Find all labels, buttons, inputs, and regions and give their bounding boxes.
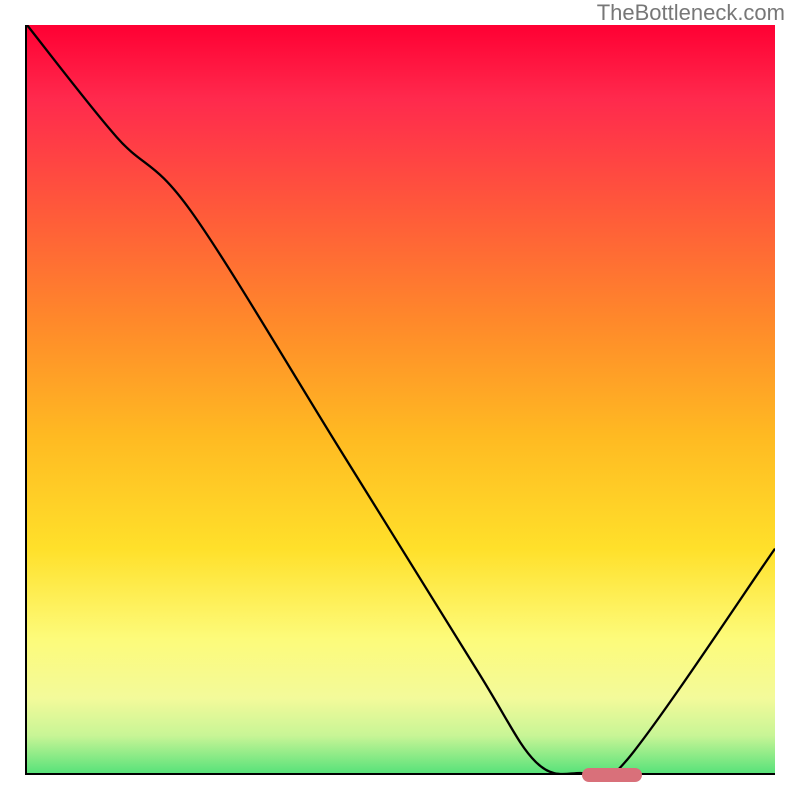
bottleneck-curve (27, 25, 775, 773)
chart-container: TheBottleneck.com (0, 0, 800, 800)
curve-svg (27, 25, 775, 773)
plot-area (25, 25, 775, 775)
watermark-text: TheBottleneck.com (597, 0, 785, 26)
minimum-marker (582, 768, 642, 782)
